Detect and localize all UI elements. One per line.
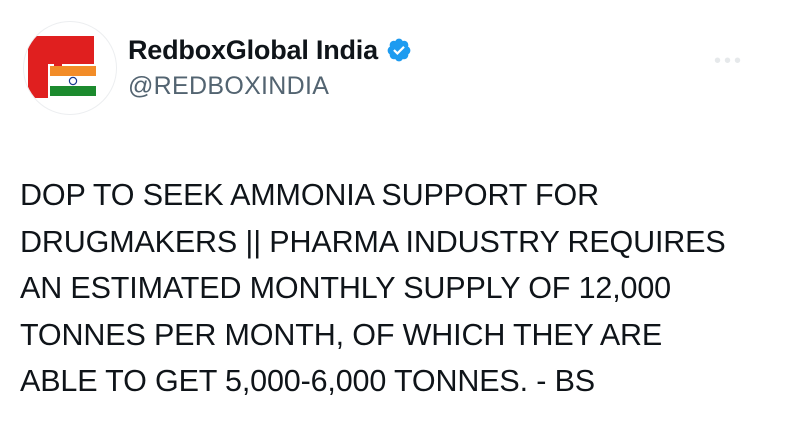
redbox-india-logo-icon [28, 36, 96, 98]
avatar[interactable] [24, 22, 116, 114]
account-names: RedboxGlobal India @REDBOXINDIA [128, 32, 412, 101]
post-text: DOP TO SEEK AMMONIA SUPPORT FOR DRUGMAKE… [20, 178, 726, 398]
post-header: RedboxGlobal India @REDBOXINDIA ••• [24, 22, 764, 118]
post-card: RedboxGlobal India @REDBOXINDIA ••• DOP … [0, 0, 800, 439]
more-options-icon[interactable]: ••• [714, 50, 744, 73]
display-name[interactable]: RedboxGlobal India [128, 35, 378, 66]
account-handle[interactable]: @REDBOXINDIA [128, 72, 412, 101]
verified-badge-icon [386, 37, 412, 63]
display-name-row: RedboxGlobal India [128, 32, 412, 68]
